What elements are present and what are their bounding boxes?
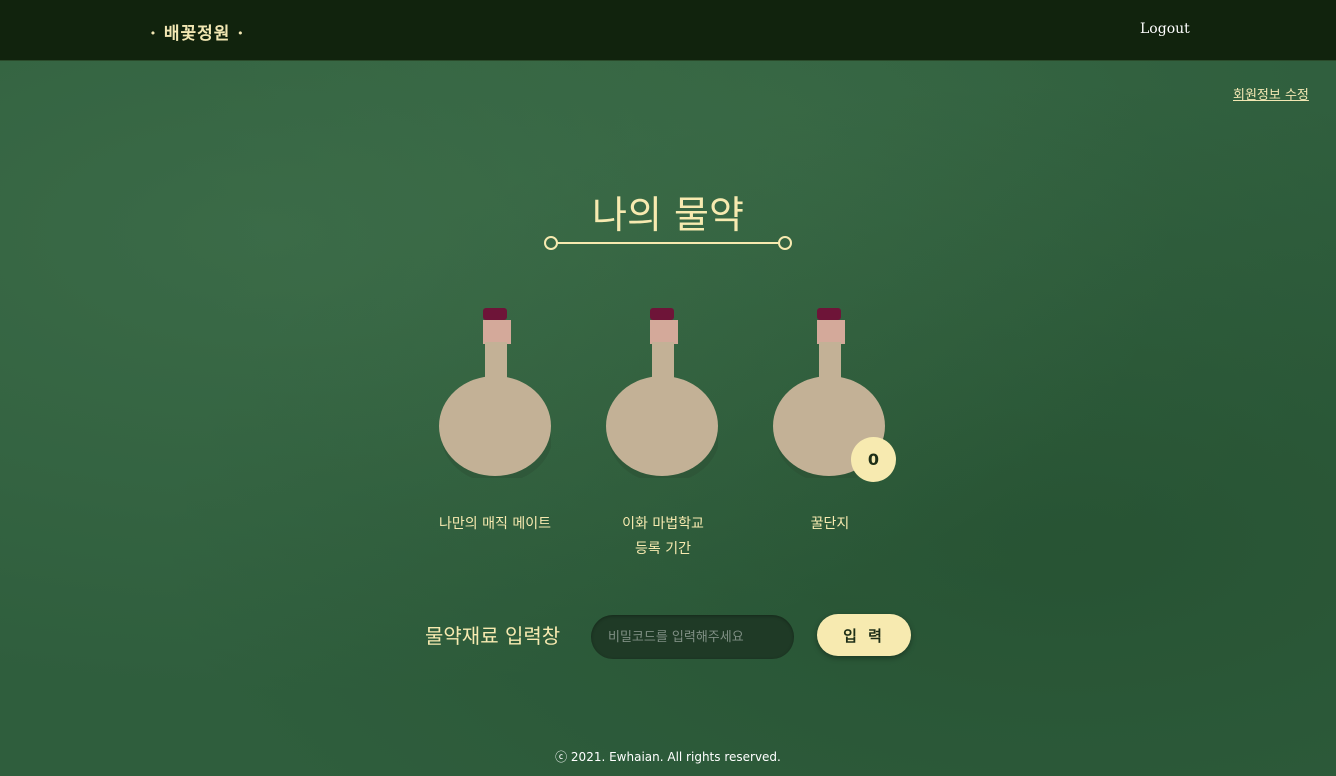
title-divider-ornament <box>544 236 792 250</box>
page-title: 나의 물약 <box>592 193 744 237</box>
footer-copyright: ⓒ 2021. Ewhaian. All rights reserved. <box>555 750 781 764</box>
potion-bottle-magic-mate[interactable] <box>439 308 551 478</box>
honey-jar-count-badge: 0 <box>851 437 896 482</box>
potion-label-magic-mate: 나만의 매직 메이트 <box>439 516 551 532</box>
logout-button[interactable]: Logout <box>1140 21 1190 37</box>
brand-logo[interactable]: · 배꽃정원 · <box>150 19 244 44</box>
submit-button[interactable]: 입 력 <box>817 614 911 656</box>
potion-bottle-icon <box>439 308 551 478</box>
top-navbar: · 배꽃정원 · Logout <box>0 0 1336 61</box>
potion-bottle-icon <box>606 308 718 478</box>
potion-label-honey-jar: 꿀단지 <box>810 516 850 532</box>
secret-code-input[interactable] <box>591 615 794 659</box>
potion-label-line: 등록 기간 <box>635 541 691 557</box>
potion-label-registration: 이화 마법학교 등록 기간 <box>568 512 758 562</box>
edit-profile-link[interactable]: 회원정보 수정 <box>1233 84 1309 103</box>
potion-label-line: 이화 마법학교 <box>622 516 704 532</box>
potion-bottle-registration[interactable] <box>606 308 718 478</box>
ingredient-input-label: 물약재료 입력창 <box>425 624 561 648</box>
